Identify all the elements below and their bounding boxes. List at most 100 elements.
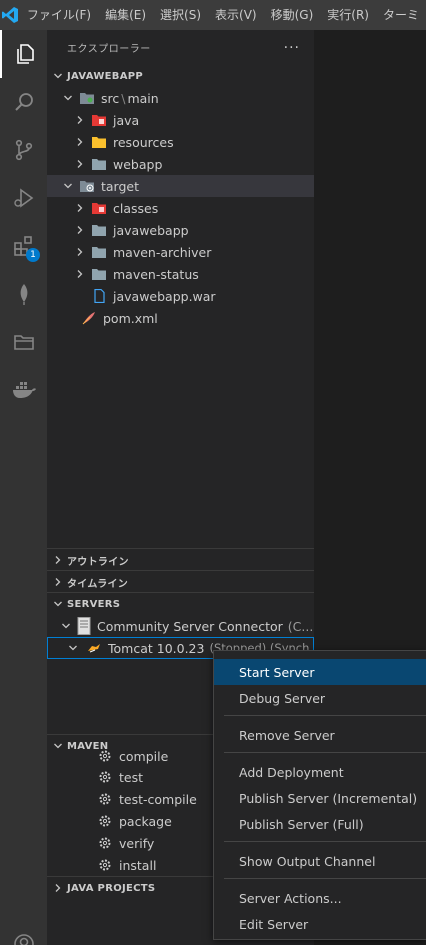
mongodb-activity[interactable]: [0, 270, 47, 318]
edit-server-menu-item[interactable]: Edit Server: [214, 911, 426, 937]
maven-lifecycle-label: install: [119, 857, 157, 873]
menu-terminal[interactable]: ターミ: [376, 0, 426, 30]
run-debug-activity[interactable]: [0, 174, 47, 222]
project-root[interactable]: JAVAWEBAPP: [47, 65, 314, 87]
chevron-right-icon: [73, 109, 87, 131]
chevron-right-icon: [51, 571, 65, 593]
activity-bar: 1: [0, 30, 47, 945]
chevron-down-icon: [51, 593, 65, 615]
chevron-right-icon: [73, 219, 87, 241]
menu-run[interactable]: 実行(R): [320, 0, 376, 30]
tree-item-label: src: [101, 90, 120, 106]
tree-item-label: javawebapp.war: [113, 288, 216, 304]
maven-lifecycle-label: test-compile: [119, 791, 197, 807]
timeline-section-header[interactable]: タイムライン: [47, 571, 314, 593]
maven-feather-icon: [81, 311, 97, 325]
menu-edit[interactable]: 編集(E): [98, 0, 153, 30]
start-server-menu-item[interactable]: Start Server: [214, 659, 426, 685]
tree-item-target[interactable]: target: [47, 175, 314, 197]
tree-item-label: resources: [113, 134, 174, 150]
publish-incremental-menu-item[interactable]: Publish Server (Incremental): [214, 785, 426, 811]
tree-item-label: target: [101, 178, 140, 194]
title-bar: ファイル(F) 編集(E) 選択(S) 表示(V) 移動(G) 実行(R) ター…: [0, 0, 426, 30]
tree-item-classes[interactable]: classes: [47, 197, 314, 219]
server-connector-item[interactable]: Community Server Connector (C...: [47, 615, 314, 637]
chevron-right-icon: [51, 877, 65, 899]
folder-icon: [91, 157, 107, 171]
path-separator-icon: \: [121, 90, 126, 106]
chevron-right-icon: [73, 241, 87, 263]
folder-icon: [91, 267, 107, 281]
chevron-down-icon: [51, 65, 65, 87]
tree-item-suffix: main: [127, 90, 159, 106]
tomcat-icon: [86, 641, 102, 655]
tomcat-label: Tomcat 10.0.23: [108, 640, 205, 656]
tree-item-label: javawebapp: [113, 222, 189, 238]
tree-item-pom-xml[interactable]: pom.xml: [47, 307, 314, 329]
chevron-down-icon: [66, 638, 80, 658]
account-activity[interactable]: [0, 920, 47, 945]
tree-item-src-main[interactable]: src \ main: [47, 87, 314, 109]
debug-server-menu-item[interactable]: Debug Server: [214, 685, 426, 711]
more-actions-button[interactable]: ···: [284, 40, 300, 56]
gear-icon: [97, 814, 113, 828]
folder-resources-icon: [91, 135, 107, 149]
explorer-activity[interactable]: [0, 30, 47, 78]
tree-item-label: maven-status: [113, 266, 199, 282]
gear-icon: [97, 792, 113, 806]
folder-classes-icon: [91, 201, 107, 215]
folder-target-icon: [79, 179, 95, 193]
tree-item-label: webapp: [113, 156, 163, 172]
servers-section-header[interactable]: SERVERS: [47, 593, 314, 615]
tree-item-webapp[interactable]: webapp: [47, 153, 314, 175]
add-deployment-menu-item[interactable]: Add Deployment: [214, 759, 426, 785]
run-debug-icon: [12, 186, 36, 210]
menu-view[interactable]: 表示(V): [208, 0, 264, 30]
menu-go[interactable]: 移動(G): [264, 0, 321, 30]
server-context-menu: Start Server Debug Server Remove Server …: [213, 650, 426, 940]
search-activity[interactable]: [0, 78, 47, 126]
folder-activity[interactable]: [0, 318, 47, 366]
menu-file[interactable]: ファイル(F): [20, 0, 98, 30]
tree-item-javawebapp[interactable]: javawebapp: [47, 219, 314, 241]
gear-icon: [97, 770, 113, 784]
chevron-right-icon: [73, 131, 87, 153]
folder-icon: [12, 330, 36, 354]
vscode-logo-icon: [0, 0, 20, 30]
explorer-header: エクスプローラー ···: [47, 30, 314, 65]
gear-icon: [97, 858, 113, 872]
docker-icon: [11, 378, 37, 402]
extensions-activity[interactable]: 1: [0, 222, 47, 270]
tree-item-java[interactable]: java: [47, 109, 314, 131]
tree-item-label: classes: [113, 200, 159, 216]
show-output-channel-menu-item[interactable]: Show Output Channel: [214, 848, 426, 874]
server-connector-suffix: (C...: [287, 618, 314, 634]
chevron-right-icon: [73, 153, 87, 175]
outline-title: アウトライン: [67, 556, 129, 568]
tree-item-maven-status[interactable]: maven-status: [47, 263, 314, 285]
maven-lifecycle-label: verify: [119, 835, 155, 851]
chevron-down-icon: [61, 87, 75, 109]
outline-section-header[interactable]: アウトライン: [47, 549, 314, 571]
menu-separator: [224, 841, 426, 842]
tree-item-maven-archiver[interactable]: maven-archiver: [47, 241, 314, 263]
chevron-right-icon: [73, 263, 87, 285]
maven-lifecycle-label: package: [119, 813, 172, 829]
folder-icon: [91, 223, 107, 237]
folder-java-icon: [91, 113, 107, 127]
search-icon: [12, 90, 36, 114]
servers-title: SERVERS: [67, 598, 121, 610]
tree-item-war-file[interactable]: javawebapp.war: [47, 285, 314, 307]
remove-server-menu-item[interactable]: Remove Server: [214, 722, 426, 748]
menu-selection[interactable]: 選択(S): [153, 0, 208, 30]
server-connector-label: Community Server Connector: [97, 618, 283, 634]
source-control-activity[interactable]: [0, 126, 47, 174]
menu-separator: [224, 715, 426, 716]
tree-item-resources[interactable]: resources: [47, 131, 314, 153]
account-icon: [12, 932, 36, 945]
server-actions-menu-item[interactable]: Server Actions...: [214, 885, 426, 911]
docker-activity[interactable]: [0, 366, 47, 414]
folder-src-icon: [79, 91, 95, 105]
timeline-title: タイムライン: [67, 578, 129, 590]
publish-full-menu-item[interactable]: Publish Server (Full): [214, 811, 426, 837]
